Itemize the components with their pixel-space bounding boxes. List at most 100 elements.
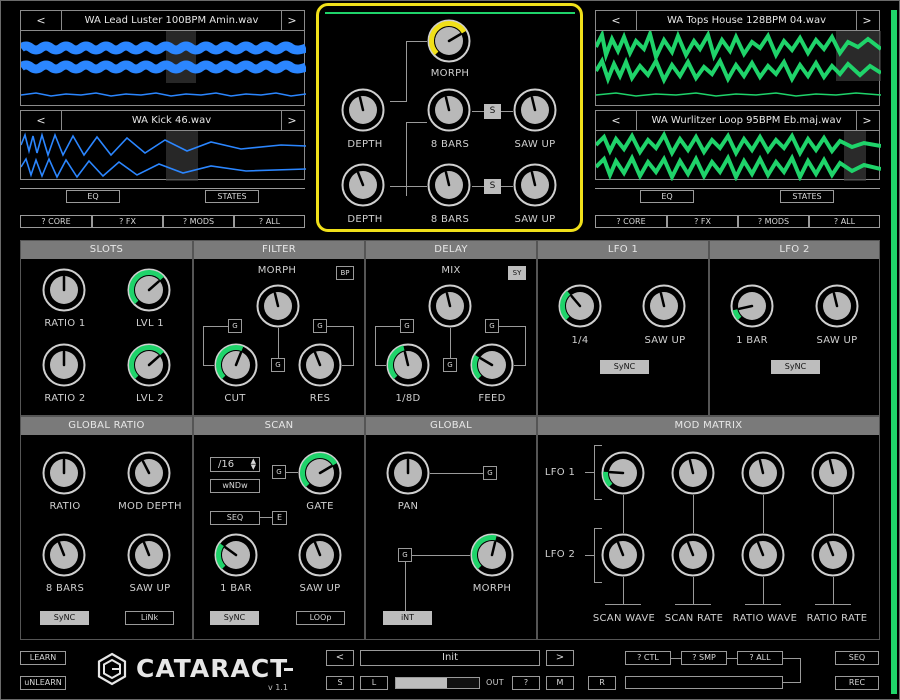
load-button[interactable]: L (360, 676, 388, 690)
scan-sync-button[interactable]: SyNC (210, 611, 259, 625)
delay-time-knob[interactable] (386, 343, 430, 387)
global-int-button[interactable]: iNT (383, 611, 432, 625)
sample-right-top[interactable]: < WA Tops House 128BPM 04.wav > (595, 10, 881, 106)
next-preset-button[interactable]: > (546, 650, 574, 666)
prev-sample-button[interactable]: < (596, 11, 636, 30)
next-sample-button[interactable]: > (280, 111, 304, 130)
lfo2-sync-button[interactable]: SyNC (771, 360, 820, 374)
depth-knob-2[interactable] (341, 163, 385, 207)
sample-left-top[interactable]: < WA Lead Luster 100BPM Amin.wav > (20, 10, 306, 106)
global-ratio-sync-button[interactable]: SyNC (40, 611, 89, 625)
mute-button[interactable]: M (546, 676, 574, 690)
mod-lfo1-ratio-wave-knob[interactable] (741, 451, 785, 495)
delay-sy-button[interactable]: SY (508, 266, 526, 280)
filter-bp-button[interactable]: BP (336, 266, 354, 280)
next-sample-button[interactable]: > (280, 11, 304, 30)
mod-lfo2-ratio-rate-knob[interactable] (811, 533, 855, 577)
mix-knob[interactable] (428, 284, 472, 328)
saw-knob-1[interactable] (513, 88, 557, 132)
ratio1-knob[interactable] (42, 268, 86, 312)
scroll-thumb[interactable] (891, 10, 897, 694)
output-meter[interactable] (395, 677, 480, 689)
depth-knob-1[interactable] (341, 88, 385, 132)
help-ctl-button[interactable]: ? CTL (625, 651, 671, 665)
mod-depth-knob[interactable] (127, 451, 171, 495)
states-button[interactable]: STATES (205, 190, 259, 203)
prev-sample-button[interactable]: < (21, 11, 61, 30)
help-all-button[interactable]: ? ALL (234, 215, 305, 228)
rec-button[interactable]: REC (835, 676, 879, 690)
global-g-button[interactable]: G (483, 466, 497, 480)
mod-lfo1-ratio-rate-knob[interactable] (811, 451, 855, 495)
scan-saw-knob[interactable] (298, 533, 342, 577)
scan-g-button[interactable]: G (272, 465, 286, 479)
bars-knob-2[interactable] (427, 163, 471, 207)
sample-left-bottom[interactable]: < WA Kick 46.wav > (20, 110, 306, 181)
save-button[interactable]: S (326, 676, 354, 690)
global-ratio-saw-knob[interactable] (127, 533, 171, 577)
scan-e-button[interactable]: E (272, 511, 287, 525)
prev-preset-button[interactable]: < (326, 650, 354, 666)
scan-bar-knob[interactable] (214, 533, 258, 577)
preset-name[interactable]: Init (360, 650, 540, 666)
help-core-button[interactable]: ? CORE (595, 215, 667, 228)
states-button[interactable]: STATES (780, 190, 834, 203)
eq-button[interactable]: EQ (66, 190, 120, 203)
cut-knob[interactable] (214, 343, 258, 387)
filter-g-button[interactable]: G (271, 358, 285, 372)
sync-s-button-2[interactable]: S (484, 179, 501, 194)
eq-button[interactable]: EQ (640, 190, 694, 203)
help-fx-button[interactable]: ? FX (667, 215, 738, 228)
scan-seq-button[interactable]: SEQ (210, 511, 260, 525)
global-ratio-bars-knob[interactable] (42, 533, 86, 577)
scan-window-button[interactable]: wNDw (210, 479, 260, 493)
lfo1-shape-knob[interactable] (642, 284, 686, 328)
lfo2-shape-knob[interactable] (815, 284, 859, 328)
reset-button[interactable]: R (588, 676, 616, 690)
seq-button[interactable]: SEQ (835, 651, 879, 665)
filter-morph-knob[interactable] (256, 284, 300, 328)
prev-sample-button[interactable]: < (21, 111, 61, 130)
next-sample-button[interactable]: > (855, 11, 879, 30)
help-core-button[interactable]: ? CORE (20, 215, 92, 228)
saw-knob-2[interactable] (513, 163, 557, 207)
help-mods-button[interactable]: ? MODS (163, 215, 234, 228)
learn-button[interactable]: LEARN (20, 651, 66, 665)
delay-g-button[interactable]: G (485, 319, 499, 333)
global-morph-knob[interactable] (470, 533, 514, 577)
lfo2-rate-knob[interactable] (730, 284, 774, 328)
scan-loop-button[interactable]: LOOp (296, 611, 345, 625)
res-knob[interactable] (298, 343, 342, 387)
next-sample-button[interactable]: > (855, 111, 879, 130)
help-all-button[interactable]: ? ALL (809, 215, 880, 228)
filter-g-button[interactable]: G (228, 319, 242, 333)
feed-knob[interactable] (470, 343, 514, 387)
help-button[interactable]: ? (512, 676, 540, 690)
prev-sample-button[interactable]: < (596, 111, 636, 130)
help-mods-button[interactable]: ? MODS (738, 215, 809, 228)
mod-lfo1-scan-rate-knob[interactable] (671, 451, 715, 495)
lfo1-sync-button[interactable]: SyNC (600, 360, 649, 374)
global-ratio-link-button[interactable]: LiNk (125, 611, 174, 625)
mod-lfo2-scan-wave-knob[interactable] (601, 533, 645, 577)
delay-g-button[interactable]: G (443, 358, 457, 372)
pan-knob[interactable] (386, 451, 430, 495)
morph-knob[interactable] (427, 19, 471, 63)
help-all-footer-button[interactable]: ? ALL (737, 651, 783, 665)
gate-knob[interactable] (298, 451, 342, 495)
lvl1-knob[interactable] (127, 268, 171, 312)
ratio2-knob[interactable] (42, 343, 86, 387)
global-g-button[interactable]: G (398, 548, 412, 562)
mod-lfo1-scan-wave-knob[interactable] (601, 451, 645, 495)
mod-lfo2-scan-rate-knob[interactable] (671, 533, 715, 577)
sync-s-button-1[interactable]: S (484, 104, 501, 119)
scan-division-select[interactable]: /16 ▲ ▼ (210, 457, 260, 472)
help-smp-button[interactable]: ? SMP (681, 651, 727, 665)
scroll-track[interactable] (891, 10, 897, 694)
lvl2-knob[interactable] (127, 343, 171, 387)
unlearn-button[interactable]: uNLEARN (20, 676, 66, 690)
delay-g-button[interactable]: G (400, 319, 414, 333)
filter-g-button[interactable]: G (313, 319, 327, 333)
help-fx-button[interactable]: ? FX (92, 215, 163, 228)
lfo1-rate-knob[interactable] (558, 284, 602, 328)
